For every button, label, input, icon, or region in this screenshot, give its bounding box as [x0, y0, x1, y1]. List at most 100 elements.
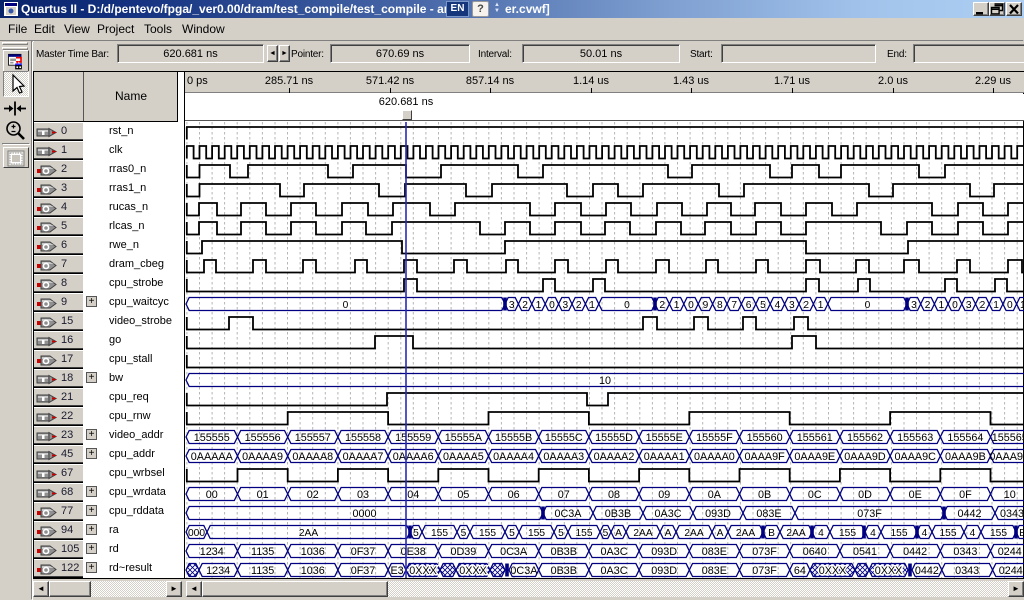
svg-text:155560: 155560	[747, 432, 783, 444]
svg-text:15555F: 15555F	[696, 432, 733, 444]
svg-text:A: A	[615, 528, 622, 539]
svg-text:E3: E3	[390, 565, 403, 577]
svg-text:0D: 0D	[858, 489, 872, 501]
svg-text:0AAAA0: 0AAAA0	[694, 451, 735, 463]
svg-text:15555E: 15555E	[646, 432, 683, 444]
svg-text:A: A	[717, 528, 724, 539]
svg-text:155559: 155559	[395, 432, 431, 444]
svg-text:0F37: 0F37	[351, 546, 376, 558]
svg-text:0F37: 0F37	[351, 565, 376, 577]
svg-text:A: A	[665, 528, 672, 539]
svg-text:04: 04	[407, 489, 419, 501]
svg-text:3: 3	[911, 300, 917, 311]
svg-text:0: 0	[865, 300, 871, 311]
svg-text:0343: 0343	[1000, 508, 1024, 520]
svg-text:5: 5	[760, 300, 766, 311]
svg-text:2AA: 2AA	[736, 528, 755, 539]
svg-text:0442: 0442	[915, 565, 939, 577]
svg-text:64: 64	[794, 565, 806, 577]
svg-text:0: 0	[952, 300, 958, 311]
svg-text:0A3C: 0A3C	[600, 546, 627, 558]
svg-text:2: 2	[522, 300, 528, 311]
svg-text:1: 1	[1020, 300, 1024, 311]
svg-text:155563: 155563	[897, 432, 933, 444]
svg-text:0AAAA1: 0AAAA1	[644, 451, 685, 463]
svg-text:4: 4	[922, 528, 928, 539]
svg-text:9: 9	[703, 300, 709, 311]
svg-text:0AAAAA: 0AAAAA	[191, 451, 234, 463]
svg-text:0343: 0343	[955, 565, 979, 577]
svg-text:155555: 155555	[194, 432, 230, 444]
svg-text:0B3B: 0B3B	[551, 565, 577, 577]
svg-text:0AAA9E: 0AAA9E	[794, 451, 835, 463]
svg-text:0A3C: 0A3C	[600, 565, 627, 577]
svg-text:0AAAA7: 0AAAA7	[343, 451, 384, 463]
svg-text:0: 0	[1007, 300, 1013, 311]
svg-text:1036: 1036	[301, 546, 325, 558]
svg-text:155: 155	[990, 528, 1007, 539]
svg-text:E: E	[1019, 528, 1024, 539]
svg-text:1234: 1234	[206, 565, 230, 577]
svg-text:0B3B: 0B3B	[605, 508, 631, 520]
svg-text:155562: 155562	[847, 432, 883, 444]
svg-text:5: 5	[461, 528, 467, 539]
svg-text:0XXX: 0XXX	[409, 565, 437, 577]
svg-text:1036: 1036	[301, 565, 325, 577]
svg-text:0: 0	[343, 300, 349, 311]
svg-text:1: 1	[674, 300, 680, 311]
svg-text:2AA: 2AA	[684, 528, 703, 539]
svg-text:1135: 1135	[251, 546, 274, 558]
svg-text:093D: 093D	[651, 565, 677, 577]
svg-text:10: 10	[599, 375, 611, 387]
svg-text:0640: 0640	[803, 546, 827, 558]
svg-text:0A3C: 0A3C	[654, 508, 681, 520]
svg-text:3: 3	[966, 300, 972, 311]
svg-text:3: 3	[509, 300, 515, 311]
svg-text:2AA: 2AA	[299, 528, 318, 539]
svg-text:155: 155	[576, 528, 593, 539]
svg-text:2: 2	[659, 300, 665, 311]
svg-text:083E: 083E	[702, 546, 727, 558]
svg-text:2: 2	[925, 300, 931, 311]
svg-text:5: 5	[603, 528, 609, 539]
svg-text:155565: 155565	[992, 432, 1024, 444]
svg-text:155: 155	[431, 528, 448, 539]
svg-text:0AAAA8: 0AAAA8	[292, 451, 333, 463]
svg-text:0E38: 0E38	[401, 546, 426, 558]
svg-text:0AAA9D: 0AAA9D	[844, 451, 886, 463]
svg-text:0F: 0F	[959, 489, 972, 501]
svg-text:02: 02	[307, 489, 319, 501]
svg-text:1: 1	[536, 300, 542, 311]
svg-text:4: 4	[870, 528, 876, 539]
svg-text:0D39: 0D39	[450, 546, 476, 558]
svg-text:155: 155	[940, 528, 957, 539]
svg-text:6: 6	[746, 300, 752, 311]
svg-text:155556: 155556	[245, 432, 281, 444]
svg-text:2: 2	[576, 300, 582, 311]
svg-text:2AA: 2AA	[786, 528, 805, 539]
svg-text:000: 000	[188, 528, 205, 539]
svg-text:155561: 155561	[797, 432, 833, 444]
svg-text:2: 2	[980, 300, 986, 311]
svg-text:0AAA9B: 0AAA9B	[945, 451, 986, 463]
svg-text:155: 155	[839, 528, 856, 539]
svg-text:073F: 073F	[752, 565, 777, 577]
svg-text:0A: 0A	[708, 489, 722, 501]
svg-text:0AAAA9: 0AAAA9	[242, 451, 283, 463]
svg-text:4: 4	[775, 300, 781, 311]
svg-text:06: 06	[508, 489, 520, 501]
svg-text:2: 2	[803, 300, 809, 311]
svg-text:1: 1	[993, 300, 999, 311]
svg-text:0AAAA5: 0AAAA5	[443, 451, 484, 463]
svg-text:155557: 155557	[295, 432, 331, 444]
svg-text:5: 5	[413, 528, 419, 539]
svg-text:0244: 0244	[998, 546, 1022, 558]
svg-text:0000: 0000	[352, 508, 376, 520]
svg-text:0AAAA2: 0AAAA2	[594, 451, 635, 463]
svg-text:0AAAA6: 0AAAA6	[393, 451, 434, 463]
svg-text:7: 7	[731, 300, 737, 311]
svg-text:0: 0	[624, 300, 630, 311]
svg-text:1: 1	[938, 300, 944, 311]
svg-text:083E: 083E	[702, 565, 727, 577]
svg-text:4: 4	[818, 528, 824, 539]
